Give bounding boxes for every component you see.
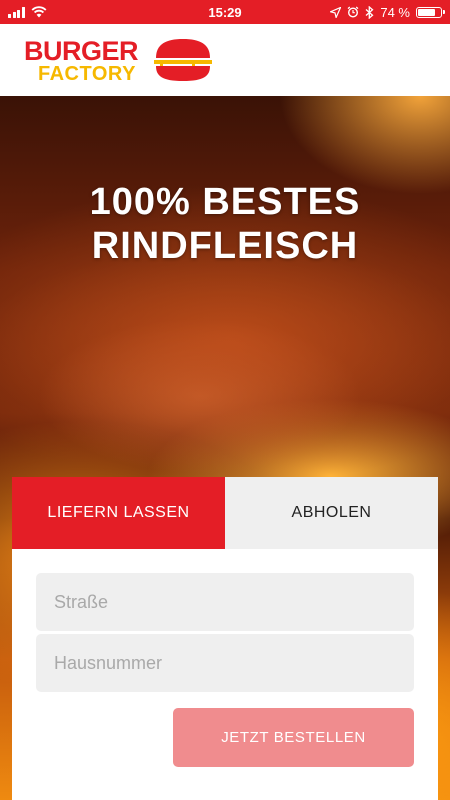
app-header: BURGER FACTORY xyxy=(0,24,450,96)
order-mode-tabs: LIEFERN LASSEN ABHOLEN xyxy=(12,477,438,549)
street-input[interactable] xyxy=(36,573,414,631)
house-number-input[interactable] xyxy=(36,634,414,692)
tab-delivery[interactable]: LIEFERN LASSEN xyxy=(12,477,225,549)
burger-icon xyxy=(154,39,212,81)
order-now-button[interactable]: JETZT BESTELLEN xyxy=(173,708,414,767)
status-bar: 15:29 74 % xyxy=(0,0,450,24)
battery-percent: 74 % xyxy=(380,4,410,20)
logo-word-burger: BURGER xyxy=(24,36,139,66)
status-left xyxy=(8,6,47,18)
hero-title: 100% BESTES RINDFLEISCH xyxy=(0,180,450,268)
logo-word-factory: FACTORY xyxy=(38,63,136,85)
alarm-icon xyxy=(347,6,359,18)
signal-icon xyxy=(8,6,25,18)
logo-wordmark: BURGER FACTORY xyxy=(24,36,139,85)
burger-factory-logo[interactable]: BURGER FACTORY xyxy=(24,38,214,84)
bluetooth-icon xyxy=(365,5,374,19)
wifi-icon xyxy=(31,6,46,18)
status-right: 74 % xyxy=(330,4,445,20)
battery-icon xyxy=(416,6,445,18)
location-arrow-icon xyxy=(330,6,342,18)
hero-title-line1: 100% BESTES xyxy=(89,181,361,223)
order-card: LIEFERN LASSEN ABHOLEN JETZT BESTELLEN xyxy=(12,477,438,800)
tab-pickup[interactable]: ABHOLEN xyxy=(225,477,438,549)
hero-title-line2: RINDFLEISCH xyxy=(91,225,359,267)
hero-image xyxy=(0,246,450,446)
